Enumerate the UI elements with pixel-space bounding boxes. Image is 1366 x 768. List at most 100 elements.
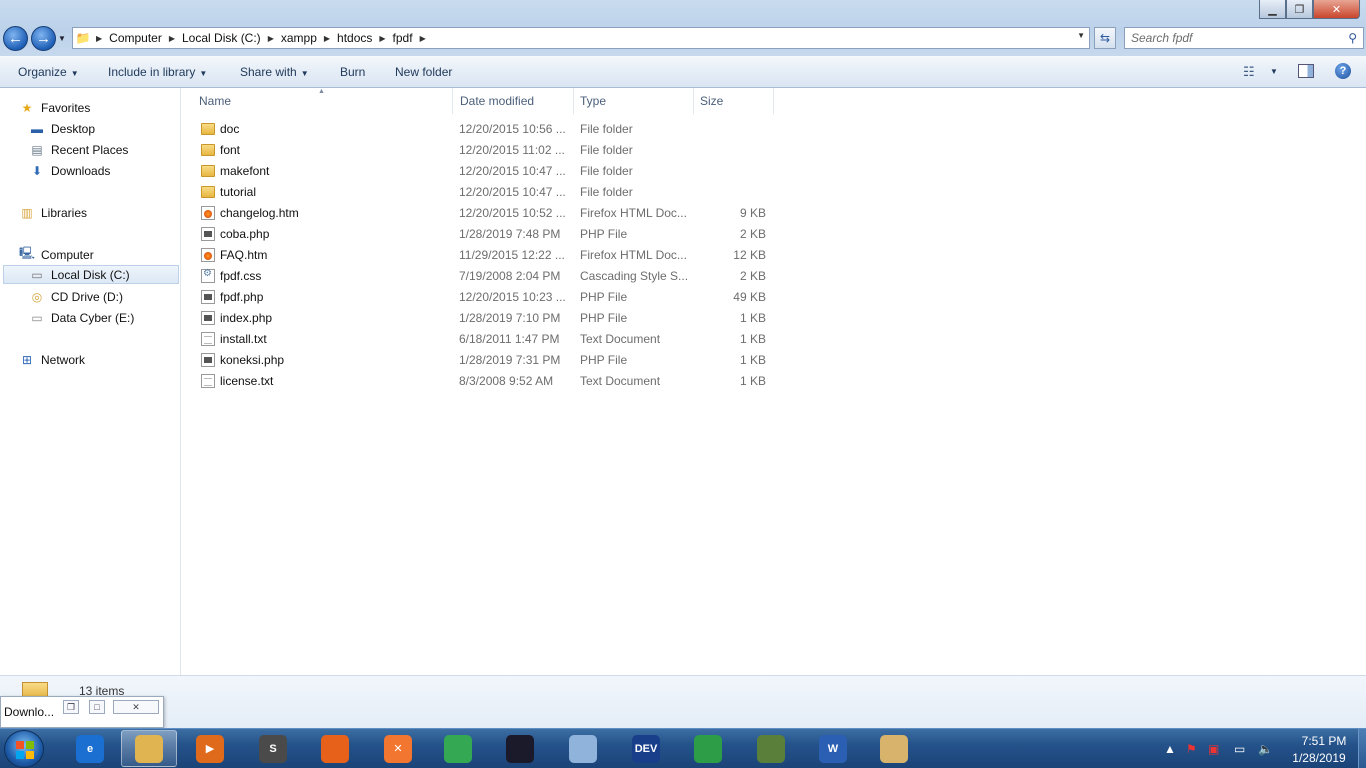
taskbar-satellite-tool[interactable] bbox=[743, 730, 799, 767]
breadcrumb-separator[interactable]: ▶ bbox=[93, 34, 105, 43]
nav-label: Network bbox=[41, 352, 86, 367]
breadcrumb-computer[interactable]: Computer bbox=[105, 28, 166, 48]
table-row[interactable]: license.txt 8/3/2008 9:52 AM Text Document… bbox=[196, 371, 776, 392]
maximize-icon[interactable]: □ bbox=[89, 700, 105, 714]
new-folder-button[interactable]: New folder bbox=[395, 65, 452, 79]
nav-computer[interactable]: 🖳 Computer bbox=[18, 245, 94, 264]
table-row[interactable]: install.txt 6/18/2011 1:47 PM Text Documen… bbox=[196, 329, 776, 350]
network-status-icon[interactable]: ▭ bbox=[1234, 742, 1245, 756]
file-type: Text Document bbox=[580, 374, 661, 388]
preview-pane-button[interactable] bbox=[1298, 64, 1314, 78]
table-row[interactable]: doc 12/20/2015 10:56 ... File folder bbox=[196, 119, 776, 140]
include-in-library-menu[interactable]: Include in library ▼ bbox=[108, 65, 207, 79]
taskbar-virtualbox[interactable] bbox=[555, 730, 611, 767]
nav-downloads[interactable]: ⬇ Downloads bbox=[28, 161, 110, 180]
table-row[interactable]: coba.php 1/28/2019 7:48 PM PHP File 2 KB bbox=[196, 224, 776, 245]
column-header-name[interactable]: Name bbox=[193, 88, 453, 114]
table-row[interactable]: fpdf.php 12/20/2015 10:23 ... PHP File 49 K… bbox=[196, 287, 776, 308]
taskbar-media-player[interactable]: ▶ bbox=[182, 730, 238, 767]
help-button[interactable]: ? bbox=[1335, 63, 1351, 79]
window-controls: ▁ ❐ ✕ bbox=[1259, 0, 1360, 19]
table-row[interactable]: koneksi.php 1/28/2019 7:31 PM PHP File 1 KB bbox=[196, 350, 776, 371]
search-input[interactable] bbox=[1125, 28, 1335, 48]
nav-cd-drive[interactable]: ◎ CD Drive (D:) bbox=[28, 287, 123, 306]
nav-data-cyber[interactable]: ▭ Data Cyber (E:) bbox=[28, 308, 134, 327]
file-size: 49 KB bbox=[733, 290, 766, 304]
file-size: 2 KB bbox=[739, 227, 766, 241]
show-hidden-icons-icon[interactable]: ▲ bbox=[1164, 742, 1176, 756]
clock-date[interactable]: 1/28/2019 bbox=[1284, 751, 1354, 765]
breadcrumb-separator[interactable]: ▶ bbox=[265, 34, 277, 43]
taskbar-firefox[interactable] bbox=[307, 730, 363, 767]
nav-label: Libraries bbox=[41, 205, 88, 220]
media-player-icon: ▶ bbox=[196, 734, 224, 763]
table-row[interactable]: index.php 1/28/2019 7:10 PM PHP File 1 KB bbox=[196, 308, 776, 329]
address-bar[interactable]: 📁 ▶ Computer ▶ Local Disk (C:) ▶ xampp ▶… bbox=[72, 27, 1090, 49]
file-name: FAQ.htm bbox=[220, 248, 268, 262]
breadcrumb-xampp[interactable]: xampp bbox=[277, 28, 321, 48]
clock-time[interactable]: 7:51 PM bbox=[1294, 734, 1354, 748]
nav-recent-places[interactable]: ▤ Recent Places bbox=[28, 140, 128, 159]
start-button[interactable] bbox=[4, 730, 44, 768]
file-size: 12 KB bbox=[733, 248, 766, 262]
refresh-button[interactable]: ⇆ bbox=[1094, 27, 1116, 49]
view-options-icon[interactable]: ☷ bbox=[1243, 64, 1255, 80]
column-header-date-modified[interactable]: Date modified bbox=[454, 88, 574, 114]
nav-local-disk[interactable]: ▭ Local Disk (C:) bbox=[3, 265, 179, 284]
taskbar-sublime-text[interactable]: S bbox=[245, 730, 301, 767]
breadcrumb-separator[interactable]: ▶ bbox=[166, 34, 178, 43]
nav-desktop[interactable]: ▬ Desktop bbox=[28, 119, 95, 138]
taskbar-camera-app[interactable] bbox=[492, 730, 548, 767]
nav-network[interactable]: ⊞ Network bbox=[18, 350, 85, 369]
table-row[interactable]: makefont 12/20/2015 10:47 ... File folder bbox=[196, 161, 776, 182]
column-header-type[interactable]: Type bbox=[574, 88, 694, 114]
column-header-size[interactable]: Size bbox=[694, 88, 774, 114]
taskbar-xampp[interactable]: ✕ bbox=[370, 730, 426, 767]
action-center-icon[interactable]: ⚑ bbox=[1186, 742, 1197, 756]
share-with-label: Share with bbox=[240, 65, 297, 79]
security-icon[interactable]: ▣ bbox=[1208, 742, 1219, 756]
search-icon[interactable]: ⚲ bbox=[1348, 31, 1357, 45]
hard-drive-icon: ▭ bbox=[31, 267, 43, 282]
close-icon[interactable]: ✕ bbox=[113, 700, 159, 714]
nav-libraries[interactable]: ▥ Libraries bbox=[18, 203, 87, 222]
share-with-menu[interactable]: Share with ▼ bbox=[240, 65, 309, 79]
file-type: Firefox HTML Doc... bbox=[580, 248, 687, 262]
table-row[interactable]: FAQ.htm 11/29/2015 12:22 ... Firefox HTML … bbox=[196, 245, 776, 266]
text-file-icon bbox=[201, 374, 215, 388]
taskbar-windows-explorer[interactable] bbox=[121, 730, 177, 767]
table-row[interactable]: font 12/20/2015 11:02 ... File folder bbox=[196, 140, 776, 161]
restore-icon[interactable]: ❐ bbox=[63, 700, 79, 714]
breadcrumb-separator[interactable]: ▶ bbox=[376, 34, 388, 43]
chevron-down-icon[interactable]: ▼ bbox=[1077, 31, 1085, 40]
download-popup[interactable]: Downlo... ❐ □ ✕ bbox=[0, 696, 164, 728]
chevron-down-icon[interactable]: ▼ bbox=[1270, 67, 1278, 76]
breadcrumb-local-disk[interactable]: Local Disk (C:) bbox=[178, 28, 265, 48]
taskbar-chrome[interactable] bbox=[430, 730, 486, 767]
minimize-button[interactable]: ▁ bbox=[1259, 0, 1286, 19]
taskbar-internet-explorer[interactable]: e bbox=[62, 730, 118, 767]
taskbar-paint[interactable] bbox=[866, 730, 922, 767]
breadcrumb-fpdf[interactable]: fpdf bbox=[389, 28, 417, 48]
back-button[interactable]: ← bbox=[3, 26, 28, 51]
window-titlebar: ▁ ❐ ✕ ← → ▼ 📁 ▶ Computer ▶ Local Disk (C… bbox=[0, 0, 1366, 56]
recent-pages-dropdown[interactable]: ▼ bbox=[58, 34, 66, 43]
taskbar-dev-cpp[interactable]: DEV bbox=[618, 730, 674, 767]
nav-favorites[interactable]: ★ Favorites bbox=[18, 98, 91, 117]
breadcrumb-separator[interactable]: ▶ bbox=[321, 34, 333, 43]
volume-icon[interactable]: 🔈 bbox=[1258, 742, 1273, 756]
forward-button[interactable]: → bbox=[31, 26, 56, 51]
nav-label: Desktop bbox=[51, 121, 96, 136]
organize-menu[interactable]: Organize ▼ bbox=[18, 65, 79, 79]
taskbar-word[interactable]: W bbox=[805, 730, 861, 767]
burn-button[interactable]: Burn bbox=[340, 65, 365, 79]
show-desktop-button[interactable] bbox=[1358, 729, 1366, 768]
table-row[interactable]: changelog.htm 12/20/2015 10:52 ... Firefox… bbox=[196, 203, 776, 224]
table-row[interactable]: fpdf.css 7/19/2008 2:04 PM Cascading Style… bbox=[196, 266, 776, 287]
breadcrumb-separator[interactable]: ▶ bbox=[417, 34, 429, 43]
table-row[interactable]: tutorial 12/20/2015 10:47 ... File folder bbox=[196, 182, 776, 203]
maximize-button[interactable]: ❐ bbox=[1286, 0, 1313, 19]
close-button[interactable]: ✕ bbox=[1313, 0, 1360, 19]
breadcrumb-htdocs[interactable]: htdocs bbox=[333, 28, 376, 48]
taskbar-internet-download-manager[interactable] bbox=[680, 730, 736, 767]
